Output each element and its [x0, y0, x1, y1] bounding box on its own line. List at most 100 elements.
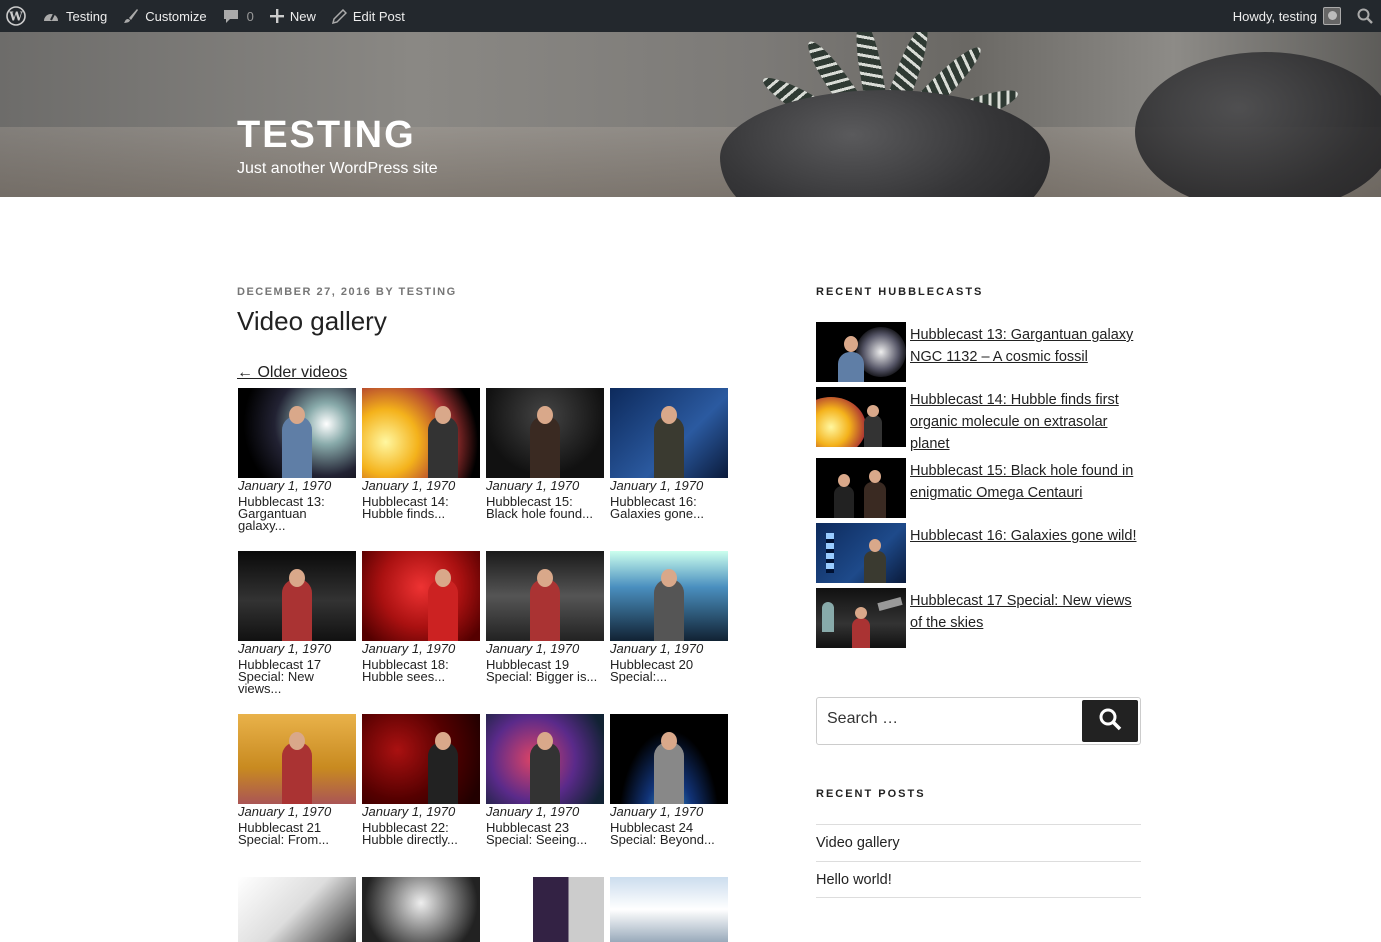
video-caption[interactable]: Hubblecast 21 Special: From...	[238, 821, 354, 846]
edit-post-label: Edit Post	[352, 8, 405, 24]
plus-icon	[269, 9, 284, 23]
site-header: TESTING Just another WordPress site	[0, 32, 1381, 197]
video-thumbnail[interactable]	[362, 388, 480, 478]
site-name-menu[interactable]: Testing	[34, 0, 115, 32]
hubblecast-thumbnail[interactable]	[816, 322, 906, 382]
video-thumbnail[interactable]	[486, 714, 604, 804]
post-title: Video gallery	[237, 306, 387, 336]
video-caption[interactable]: Hubblecast 24 Special: Beyond...	[610, 821, 726, 846]
hubblecast-item[interactable]: Hubblecast 13: Gargantuan galaxy NGC 113…	[816, 322, 1146, 382]
video-caption[interactable]: Hubblecast 19 Special: Bigger is...	[486, 658, 602, 683]
hubblecast-thumbnail[interactable]	[816, 588, 906, 648]
video-caption[interactable]: Hubblecast 23 Special: Seeing...	[486, 821, 602, 846]
video-date: January 1, 1970	[610, 804, 704, 819]
video-thumbnail[interactable]	[238, 388, 356, 478]
video-date: January 1, 1970	[238, 804, 332, 819]
hubblecast-thumbnail[interactable]	[816, 523, 906, 583]
hubblecast-link[interactable]: Hubblecast 13: Gargantuan galaxy NGC 113…	[910, 324, 1146, 368]
video-thumbnail[interactable]	[610, 714, 728, 804]
recent-posts-list: Video gallery Hello world!	[816, 824, 1141, 898]
recent-posts-title: RECENT POSTS	[816, 788, 926, 800]
video-thumbnail[interactable]	[238, 877, 356, 942]
gallery-item[interactable]: January 1, 1970 Hubblecast 20 Special:...	[610, 551, 728, 683]
hubblecast-item[interactable]: Hubblecast 15: Black hole found in enigm…	[816, 458, 1146, 518]
search-icon	[1098, 707, 1122, 736]
admin-bar: W Testing Customize 0 New Edit Post Howd…	[0, 0, 1381, 32]
video-thumbnail[interactable]	[486, 388, 604, 478]
video-caption[interactable]: Hubblecast 15: Black hole found...	[486, 495, 602, 520]
howdy-label: Howdy, testing	[1232, 8, 1317, 24]
video-thumbnail[interactable]	[362, 714, 480, 804]
video-date: January 1, 1970	[362, 804, 456, 819]
video-thumbnail[interactable]	[486, 877, 604, 942]
video-thumbnail[interactable]	[486, 551, 604, 641]
hubblecast-thumbnail[interactable]	[816, 458, 906, 518]
hubblecast-link[interactable]: Hubblecast 17 Special: New views of the …	[910, 590, 1146, 634]
search-form: Search …	[816, 697, 1141, 745]
video-thumbnail[interactable]	[610, 877, 728, 942]
recent-post-link[interactable]: Video gallery	[816, 824, 1141, 861]
video-date: January 1, 1970	[486, 478, 580, 493]
gallery-item[interactable]: January 1, 1970 Hubblecast 15: Black hole…	[486, 388, 604, 520]
video-thumbnail[interactable]	[362, 877, 480, 942]
video-date: January 1, 1970	[610, 478, 704, 493]
hubblecast-item[interactable]: Hubblecast 16: Galaxies gone wild!	[816, 523, 1146, 583]
recent-post-link[interactable]: Hello world!	[816, 861, 1141, 898]
hubblecast-item[interactable]: Hubblecast 17 Special: New views of the …	[816, 588, 1146, 648]
gallery-item[interactable]: January 1, 1970 Hubblecast 23 Special: Se…	[486, 714, 604, 846]
gallery-item[interactable]: January 1, 1970 Hubblecast 13: Gargantuan…	[238, 388, 356, 532]
video-thumbnail[interactable]	[610, 551, 728, 641]
wordpress-logo-icon[interactable]: W	[0, 0, 34, 32]
video-caption[interactable]: Hubblecast 14: Hubble finds...	[362, 495, 478, 520]
comments-link[interactable]: 0	[215, 0, 262, 32]
older-videos-link[interactable]: ← Older videos	[237, 364, 347, 382]
search-button[interactable]	[1082, 700, 1138, 742]
customize-link[interactable]: Customize	[115, 0, 214, 32]
video-thumbnail[interactable]	[238, 714, 356, 804]
site-name-label: Testing	[66, 8, 108, 24]
hubblecast-link[interactable]: Hubblecast 16: Galaxies gone wild!	[910, 525, 1146, 547]
comments-count: 0	[246, 8, 254, 24]
edit-post-link[interactable]: Edit Post	[324, 0, 413, 32]
video-caption[interactable]: Hubblecast 17 Special: New views...	[238, 658, 354, 695]
gallery-item[interactable]: January 1, 1970 Hubblecast 14: Hubble fin…	[362, 388, 480, 520]
video-thumbnail[interactable]	[362, 551, 480, 641]
video-date: January 1, 1970	[486, 641, 580, 656]
gallery-item[interactable]: January 1, 1970 Hubblecast 24 Special: Be…	[610, 714, 728, 846]
hubblecast-link[interactable]: Hubblecast 15: Black hole found in enigm…	[910, 460, 1146, 504]
site-title[interactable]: TESTING	[237, 114, 416, 157]
recent-hubblecasts-title: RECENT HUBBLECASTS	[816, 286, 984, 298]
customize-label: Customize	[145, 8, 207, 24]
search-input[interactable]: Search …	[827, 710, 898, 728]
site-description: Just another WordPress site	[237, 160, 438, 177]
video-date: January 1, 1970	[486, 804, 580, 819]
post-meta[interactable]: DECEMBER 27, 2016 BY TESTING	[237, 286, 457, 298]
gallery-item[interactable]: January 1, 1970 Hubblecast 22: Hubble dir…	[362, 714, 480, 846]
video-date: January 1, 1970	[238, 641, 332, 656]
new-content-menu[interactable]: New	[262, 0, 324, 32]
hubblecast-thumbnail[interactable]	[816, 387, 906, 447]
video-caption[interactable]: Hubblecast 20 Special:...	[610, 658, 726, 683]
my-account-menu[interactable]: Howdy, testing	[1225, 0, 1349, 32]
gallery-item[interactable]: January 1, 1970 Hubblecast 19 Special: Bi…	[486, 551, 604, 683]
video-caption[interactable]: Hubblecast 13: Gargantuan galaxy...	[238, 495, 354, 532]
svg-text:W: W	[8, 10, 23, 24]
hubblecast-link[interactable]: Hubblecast 14: Hubble finds first organi…	[910, 389, 1146, 455]
video-caption[interactable]: Hubblecast 22: Hubble directly...	[362, 821, 478, 846]
search-icon	[1357, 8, 1373, 24]
video-date: January 1, 1970	[610, 641, 704, 656]
video-date: January 1, 1970	[362, 641, 456, 656]
comment-icon	[223, 8, 239, 24]
video-caption[interactable]: Hubblecast 18: Hubble sees...	[362, 658, 478, 683]
gallery-item[interactable]: January 1, 1970 Hubblecast 18: Hubble see…	[362, 551, 480, 683]
pencil-icon	[331, 8, 347, 24]
gallery-item[interactable]: January 1, 1970 Hubblecast 21 Special: Fr…	[238, 714, 356, 846]
video-caption[interactable]: Hubblecast 16: Galaxies gone...	[610, 495, 726, 520]
video-date: January 1, 1970	[362, 478, 456, 493]
video-thumbnail[interactable]	[610, 388, 728, 478]
video-thumbnail[interactable]	[238, 551, 356, 641]
admin-search-button[interactable]	[1349, 0, 1381, 32]
gallery-item[interactable]: January 1, 1970 Hubblecast 16: Galaxies g…	[610, 388, 728, 520]
hubblecast-item[interactable]: Hubblecast 14: Hubble finds first organi…	[816, 387, 1146, 452]
gallery-item[interactable]: January 1, 1970 Hubblecast 17 Special: Ne…	[238, 551, 356, 695]
